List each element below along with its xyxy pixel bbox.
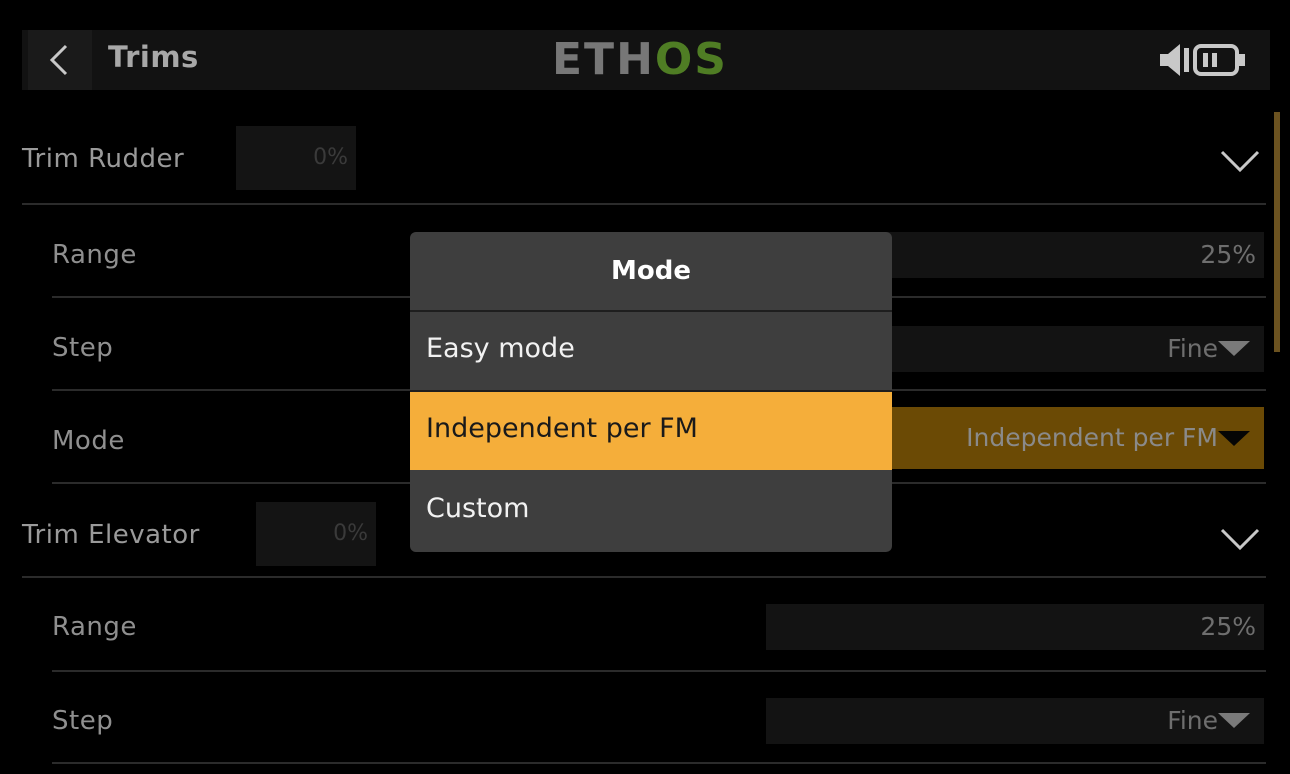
- group-label-trim-elevator: Trim Elevator: [22, 520, 200, 550]
- step-select[interactable]: Fine: [766, 698, 1264, 744]
- scrollbar[interactable]: [1274, 112, 1280, 352]
- dropdown-caret-icon: [1218, 341, 1250, 356]
- back-button[interactable]: [28, 30, 92, 90]
- trim-rudder-value: 0%: [236, 126, 356, 190]
- group-label-trim-rudder: Trim Rudder: [22, 144, 185, 174]
- divider: [52, 762, 1266, 764]
- row-label-step: Step: [52, 706, 114, 736]
- range-field[interactable]: 25%: [766, 604, 1264, 650]
- mode-value: Independent per FM: [966, 423, 1218, 452]
- step-value: Fine: [1167, 334, 1218, 363]
- battery-icon: [1193, 44, 1245, 76]
- row-label-mode: Mode: [52, 426, 125, 456]
- option-easy-mode[interactable]: Easy mode: [410, 312, 892, 390]
- dropdown-caret-icon: [1218, 431, 1250, 446]
- divider: [22, 203, 1266, 205]
- row-label-range: Range: [52, 612, 137, 642]
- trim-elevator-value: 0%: [256, 502, 376, 566]
- back-arrow-icon: [49, 44, 68, 76]
- option-custom[interactable]: Custom: [410, 472, 892, 550]
- screen: Trims ETHOS Trim Rudder 0% Range 25% Ste…: [0, 0, 1290, 774]
- page-title: Trims: [108, 40, 199, 74]
- step-value: Fine: [1167, 706, 1218, 735]
- option-independent-per-fm[interactable]: Independent per FM: [410, 392, 892, 470]
- row-label-range: Range: [52, 240, 137, 270]
- dropdown-caret-icon: [1218, 713, 1250, 728]
- divider: [22, 576, 1266, 578]
- mode-dialog: Mode Easy mode Independent per FM Custom: [410, 232, 892, 552]
- chevron-down-icon[interactable]: [1220, 146, 1260, 176]
- ethos-logo: ETHOS: [552, 34, 728, 85]
- divider: [52, 670, 1266, 672]
- dialog-title: Mode: [611, 256, 691, 286]
- chevron-down-icon[interactable]: [1220, 524, 1260, 554]
- row-label-step: Step: [52, 333, 114, 363]
